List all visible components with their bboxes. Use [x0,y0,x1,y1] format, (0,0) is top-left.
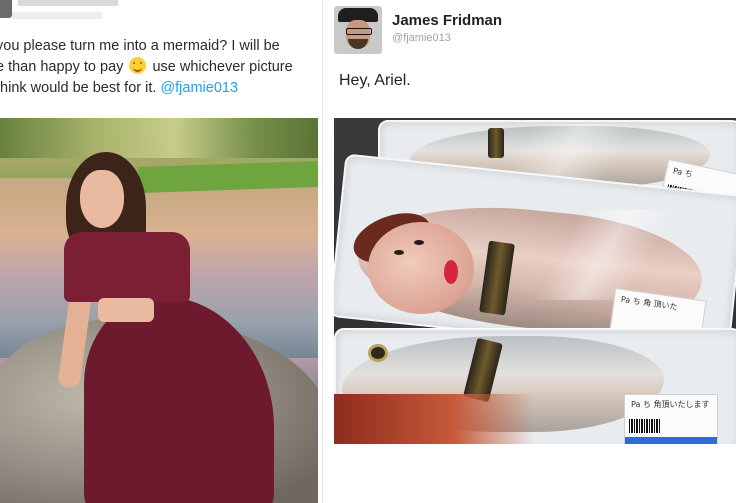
photo-person-waist [98,298,154,322]
reply-tweet-text: Hey, Ariel. [339,72,411,89]
avatar-glasses [346,28,372,35]
tweet-line-2a: e than happy to pay [0,59,124,75]
photo-person-top [64,232,190,302]
author-name[interactable]: James Fridman [392,12,502,29]
tweet-line-3: think would be best for it. @fjamie013 [0,78,322,99]
photo-trees [0,118,318,158]
photo-person-face [80,170,124,228]
fish-bottom-eye [368,344,388,362]
tweet-line-2b: use whichever picture [152,59,293,75]
requester-name-cropped [18,0,118,6]
author-avatar[interactable] [334,6,382,54]
avatar-beard [348,39,368,49]
request-photo[interactable] [0,118,318,503]
smiling-face-icon [129,57,147,74]
requester-avatar[interactable] [0,0,12,18]
request-tweet: you please turn me into a mermaid? I wil… [0,0,322,503]
wrap-glare-middle [514,210,694,300]
reply-photo[interactable]: Pa ち Pa ち 角 頂いた Pa ち 角頂いたします [334,118,736,444]
mermaid-eye-right [414,240,424,245]
request-tweet-text: you please turn me into a mermaid? I wil… [0,36,322,99]
mention-link[interactable]: @fjamie013 [160,80,238,96]
mermaid-eye-left [394,250,404,255]
price-label-bottom: Pa ち 角頂いたします [624,394,718,444]
salmon-slice [334,394,534,444]
reply-tweet: James Fridman @fjamie013 Hey, Ariel. Pa … [322,0,736,503]
mermaid-face [368,222,474,314]
tweet-line-3a: think would be best for it. [0,80,157,96]
tweet-line-1: you please turn me into a mermaid? I wil… [0,38,280,54]
requester-handle-cropped [12,12,102,19]
mermaid-lips [444,260,458,284]
author-handle[interactable]: @fjamie013 [392,32,451,44]
tweet-line-2: e than happy to pay use whichever pictur… [0,57,322,78]
